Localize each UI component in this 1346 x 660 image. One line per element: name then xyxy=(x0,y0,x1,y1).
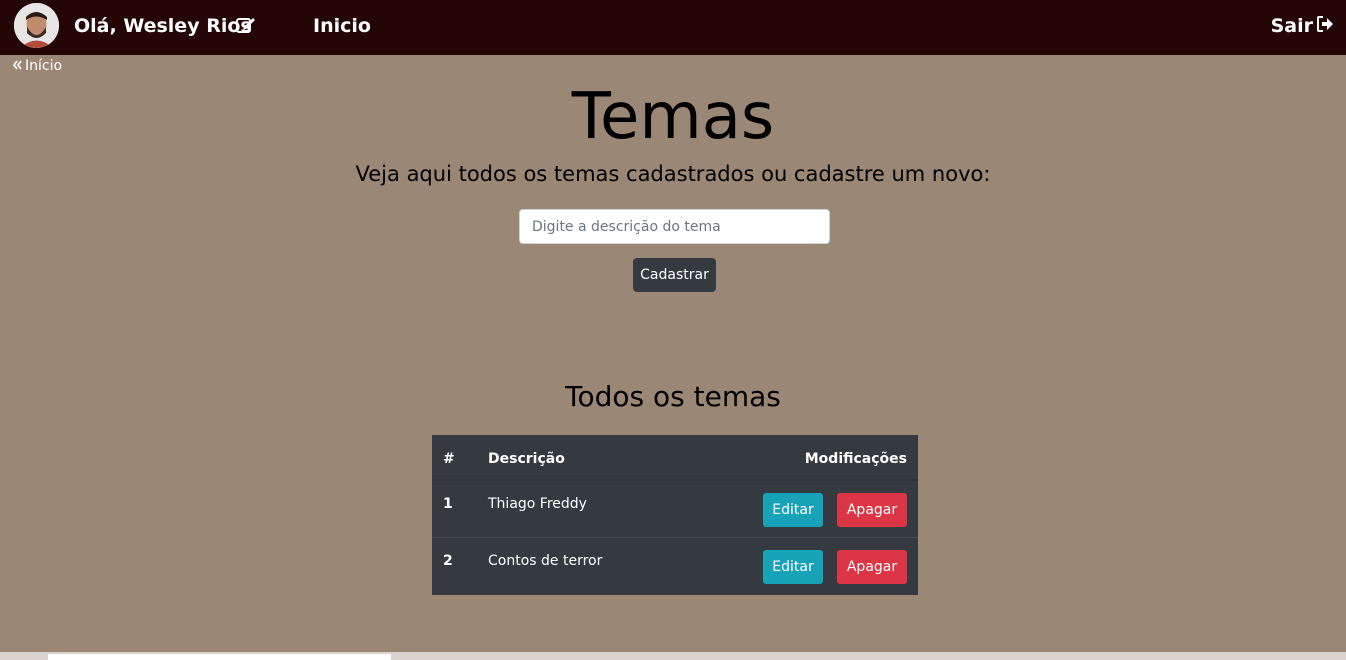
table-header-actions: Modificações xyxy=(804,451,907,467)
table-header-id: # xyxy=(443,451,455,467)
bottom-strip xyxy=(0,652,1346,660)
breadcrumb-label: Início xyxy=(25,58,63,74)
user-greeting: Olá, Wesley Rios xyxy=(74,15,252,37)
logout-icon xyxy=(1317,15,1334,37)
table-row-1-description: Thiago Freddy xyxy=(488,496,587,512)
section-title: Todos os temas xyxy=(565,380,781,413)
delete-button-row-2[interactable]: Apagar xyxy=(837,550,907,584)
nav-home-link[interactable]: Inicio xyxy=(313,15,371,37)
table-row-1-id: 1 xyxy=(443,496,453,512)
page-title: Temas xyxy=(571,80,775,154)
cadastrar-button[interactable]: Cadastrar xyxy=(633,258,716,292)
page-subtitle: Veja aqui todos os temas cadastrados ou … xyxy=(355,162,991,186)
breadcrumb[interactable]: Início xyxy=(13,58,62,74)
edit-icon[interactable] xyxy=(236,16,256,38)
tema-description-input[interactable] xyxy=(519,209,830,244)
logout-label: Sair xyxy=(1270,15,1313,37)
table-row-2-description: Contos de terror xyxy=(488,553,603,569)
logout-button[interactable]: Sair xyxy=(1271,15,1334,37)
header-divider xyxy=(432,479,918,481)
temas-table: # Descrição Modificações 1 Thiago Freddy… xyxy=(432,435,918,595)
edit-button-row-2[interactable]: Editar xyxy=(763,550,823,584)
bottom-tab xyxy=(48,654,391,660)
chevron-double-left-icon xyxy=(13,58,22,74)
table-header-description: Descrição xyxy=(488,451,565,467)
edit-button-row-1[interactable]: Editar xyxy=(763,493,823,527)
avatar[interactable] xyxy=(14,3,59,48)
table-row-2-id: 2 xyxy=(443,553,453,569)
delete-button-row-1[interactable]: Apagar xyxy=(837,493,907,527)
row-divider xyxy=(432,537,918,538)
top-navbar: Olá, Wesley Rios Inicio Sair xyxy=(0,0,1346,55)
